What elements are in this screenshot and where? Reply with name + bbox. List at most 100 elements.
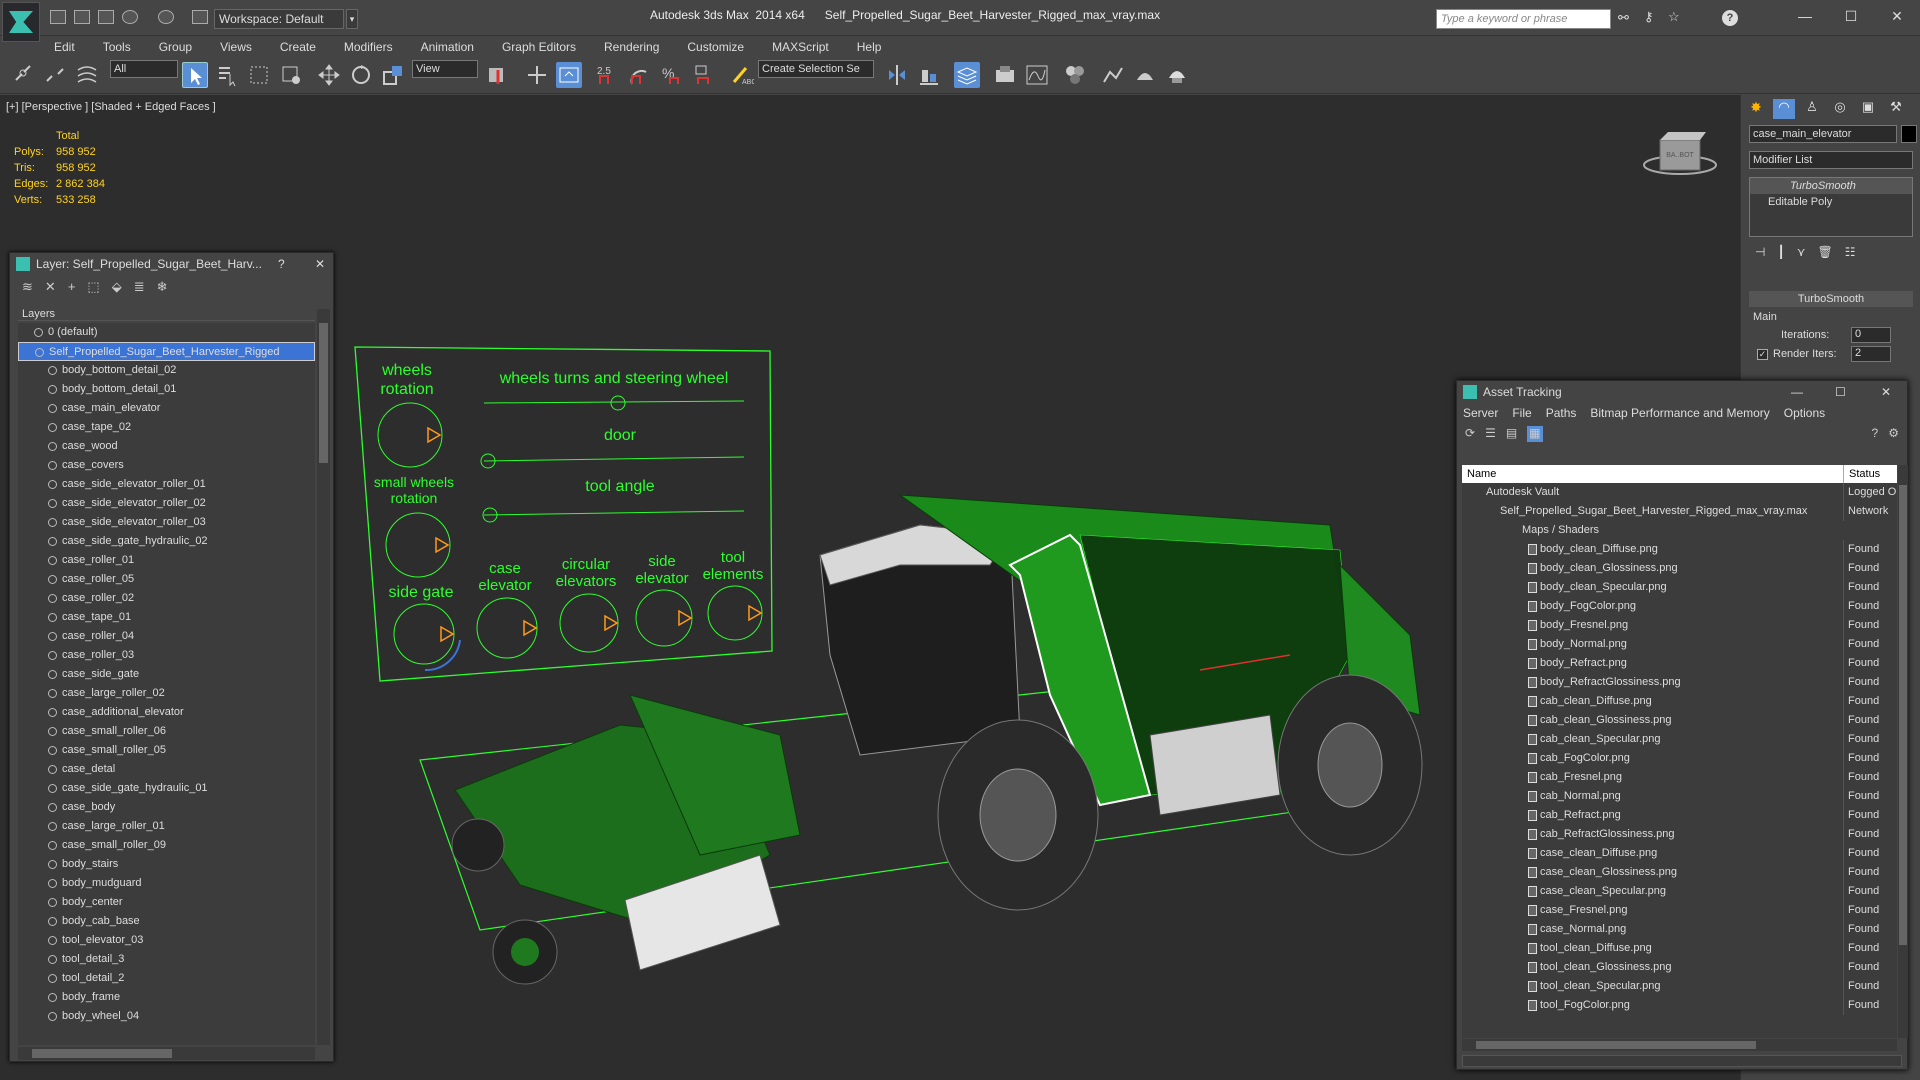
viewport-label[interactable]: [+] [Perspective ] [Shaded + Edged Faces… xyxy=(6,101,216,113)
layer-row[interactable]: Self_Propelled_Sugar_Beet_Harvester_Rigg… xyxy=(18,342,315,361)
graphite-modeling-tools-icon[interactable] xyxy=(992,62,1018,88)
asset-row-map[interactable]: case_Fresnel.png Found xyxy=(1462,901,1897,920)
layer-row[interactable]: tool_detail_2 xyxy=(18,969,315,988)
asset-row-map[interactable]: tool_clean_Glossiness.png Found xyxy=(1462,958,1897,977)
asset-row-map[interactable]: body_RefractGlossiness.png Found xyxy=(1462,673,1897,692)
asset-maximize-button[interactable]: ☐ xyxy=(1835,381,1846,403)
mirror-icon[interactable] xyxy=(884,62,910,88)
highlight-layer-icon[interactable]: ⬙ xyxy=(112,279,122,297)
asset-row-map[interactable]: cab_Refract.png Found xyxy=(1462,806,1897,825)
tool-elements-dial[interactable] xyxy=(707,585,763,641)
asset-row-map[interactable]: cab_Normal.png Found xyxy=(1462,787,1897,806)
asset-minimize-button[interactable]: — xyxy=(1791,381,1803,403)
select-and-link-icon[interactable] xyxy=(10,62,36,88)
asset-row-map[interactable]: case_clean_Glossiness.png Found xyxy=(1462,863,1897,882)
modifier-editable-poly[interactable]: Editable Poly xyxy=(1750,194,1912,210)
wheels-rotation-dial[interactable] xyxy=(377,402,443,468)
asset-row-map[interactable]: body_clean_Glossiness.png Found xyxy=(1462,559,1897,578)
menu-views[interactable]: Views xyxy=(206,36,266,58)
show-end-result-icon[interactable]: ┃ xyxy=(1777,245,1784,265)
layer-row[interactable]: case_large_roller_02 xyxy=(18,684,315,703)
layer-row[interactable]: body_frame xyxy=(18,988,315,1007)
layer-row[interactable]: case_roller_05 xyxy=(18,570,315,589)
circular-elevators-dial[interactable] xyxy=(559,593,619,653)
list-view-icon[interactable]: ☰ xyxy=(1485,426,1496,442)
asset-row-map[interactable]: case_clean_Specular.png Found xyxy=(1462,882,1897,901)
layer-row[interactable]: body_bottom_detail_02 xyxy=(18,361,315,380)
menu-rendering[interactable]: Rendering xyxy=(590,36,673,58)
object-color-swatch[interactable] xyxy=(1901,125,1917,143)
keyboard-shortcut-override-icon[interactable] xyxy=(556,62,582,88)
star-icon[interactable]: ☆ xyxy=(1668,9,1680,25)
modifier-turbosmooth[interactable]: TurboSmooth xyxy=(1750,178,1912,194)
layer-close-button[interactable]: ✕ xyxy=(315,253,325,275)
open-file-icon[interactable] xyxy=(74,10,90,24)
layer-row[interactable]: body_cab_base xyxy=(18,912,315,931)
layer-row[interactable]: body_stairs xyxy=(18,855,315,874)
layer-row[interactable]: case_roller_04 xyxy=(18,627,315,646)
app-logo-icon[interactable] xyxy=(2,2,40,42)
layer-row[interactable]: case_small_roller_06 xyxy=(18,722,315,741)
make-unique-icon[interactable]: ⋎ xyxy=(1797,245,1806,265)
wheels-turns-slider-handle[interactable] xyxy=(610,395,626,411)
menu-help[interactable]: Help xyxy=(843,36,896,58)
rotate-icon[interactable] xyxy=(348,62,374,88)
asset-vault-icon[interactable]: ⚙ xyxy=(1888,426,1899,442)
side-gate-dial[interactable] xyxy=(393,603,455,665)
layer-row[interactable]: case_side_gate xyxy=(18,665,315,684)
render-iters-spinner[interactable]: 2 xyxy=(1851,346,1891,362)
render-setup-icon[interactable] xyxy=(1100,62,1126,88)
asset-help-icon[interactable]: ? xyxy=(1872,426,1879,442)
small-wheels-dial[interactable] xyxy=(385,512,451,578)
help-icon[interactable]: ? xyxy=(1722,10,1738,26)
layer-row[interactable]: case_side_gate_hydraulic_01 xyxy=(18,779,315,798)
pivot-center-icon[interactable] xyxy=(484,62,510,88)
layer-row[interactable]: tool_elevator_03 xyxy=(18,931,315,950)
asset-path-field[interactable] xyxy=(1462,1055,1902,1067)
spinner-snap-icon[interactable] xyxy=(690,62,716,88)
edit-named-selection-icon[interactable]: ABC xyxy=(728,62,756,88)
select-object-icon[interactable] xyxy=(182,62,208,88)
layer-row[interactable]: case_large_roller_01 xyxy=(18,817,315,836)
asset-row-map[interactable]: body_Normal.png Found xyxy=(1462,635,1897,654)
layer-row[interactable]: case_roller_01 xyxy=(18,551,315,570)
select-by-name-icon[interactable] xyxy=(214,62,240,88)
layer-row[interactable]: case_detal xyxy=(18,760,315,779)
rendered-frame-window-icon[interactable] xyxy=(1132,62,1158,88)
layer-row[interactable]: case_tape_02 xyxy=(18,418,315,437)
asset-row-map[interactable]: body_Refract.png Found xyxy=(1462,654,1897,673)
asset-row-map[interactable]: cab_clean_Diffuse.png Found xyxy=(1462,692,1897,711)
create-layer-icon[interactable]: ≋ xyxy=(22,279,33,297)
curve-editor-icon[interactable] xyxy=(1024,62,1050,88)
layer-row[interactable]: case_roller_02 xyxy=(18,589,315,608)
hierarchy-tab-icon[interactable]: ♙ xyxy=(1801,99,1823,119)
selection-filter-select[interactable]: All xyxy=(110,60,178,78)
iterations-spinner[interactable]: 0 xyxy=(1851,327,1891,343)
render-iters-checkbox[interactable]: ✓ xyxy=(1757,349,1768,360)
layer-row[interactable]: case_main_elevator xyxy=(18,399,315,418)
move-icon[interactable] xyxy=(316,62,342,88)
rig-control-panel[interactable]: wheels rotation wheels turns and steerin… xyxy=(354,346,773,682)
select-in-layer-icon[interactable]: ⬚ xyxy=(87,279,99,297)
unlink-icon[interactable] xyxy=(42,62,68,88)
asset-row-map[interactable]: body_FogColor.png Found xyxy=(1462,597,1897,616)
asset-row-map[interactable]: cab_clean_Glossiness.png Found xyxy=(1462,711,1897,730)
modify-tab-icon[interactable]: ◠ xyxy=(1773,99,1795,119)
asset-row-map[interactable]: body_clean_Diffuse.png Found xyxy=(1462,540,1897,559)
hide-all-layers-icon[interactable]: ≣ xyxy=(134,279,145,297)
binoculars-icon[interactable]: ⚯ xyxy=(1618,10,1629,26)
layer-row[interactable]: body_mudguard xyxy=(18,874,315,893)
layer-row[interactable]: case_side_elevator_roller_01 xyxy=(18,475,315,494)
pin-stack-icon[interactable]: ⊣ xyxy=(1755,245,1765,265)
named-selection-set-select[interactable]: Create Selection Se xyxy=(758,60,874,78)
minimize-button[interactable]: — xyxy=(1790,6,1820,26)
new-file-icon[interactable] xyxy=(50,10,66,24)
modifier-list-select[interactable]: Modifier List xyxy=(1749,151,1913,169)
layer-horizontal-scrollbar[interactable] xyxy=(18,1047,315,1060)
layer-row[interactable]: body_wheel_04 xyxy=(18,1007,315,1026)
layer-window-titlebar[interactable]: Layer: Self_Propelled_Sugar_Beet_Harv...… xyxy=(10,253,333,275)
render-production-icon[interactable] xyxy=(1164,62,1190,88)
layer-help-button[interactable]: ? xyxy=(278,253,285,275)
asset-row-map[interactable]: case_clean_Diffuse.png Found xyxy=(1462,844,1897,863)
asset-row-map[interactable]: cab_Fresnel.png Found xyxy=(1462,768,1897,787)
